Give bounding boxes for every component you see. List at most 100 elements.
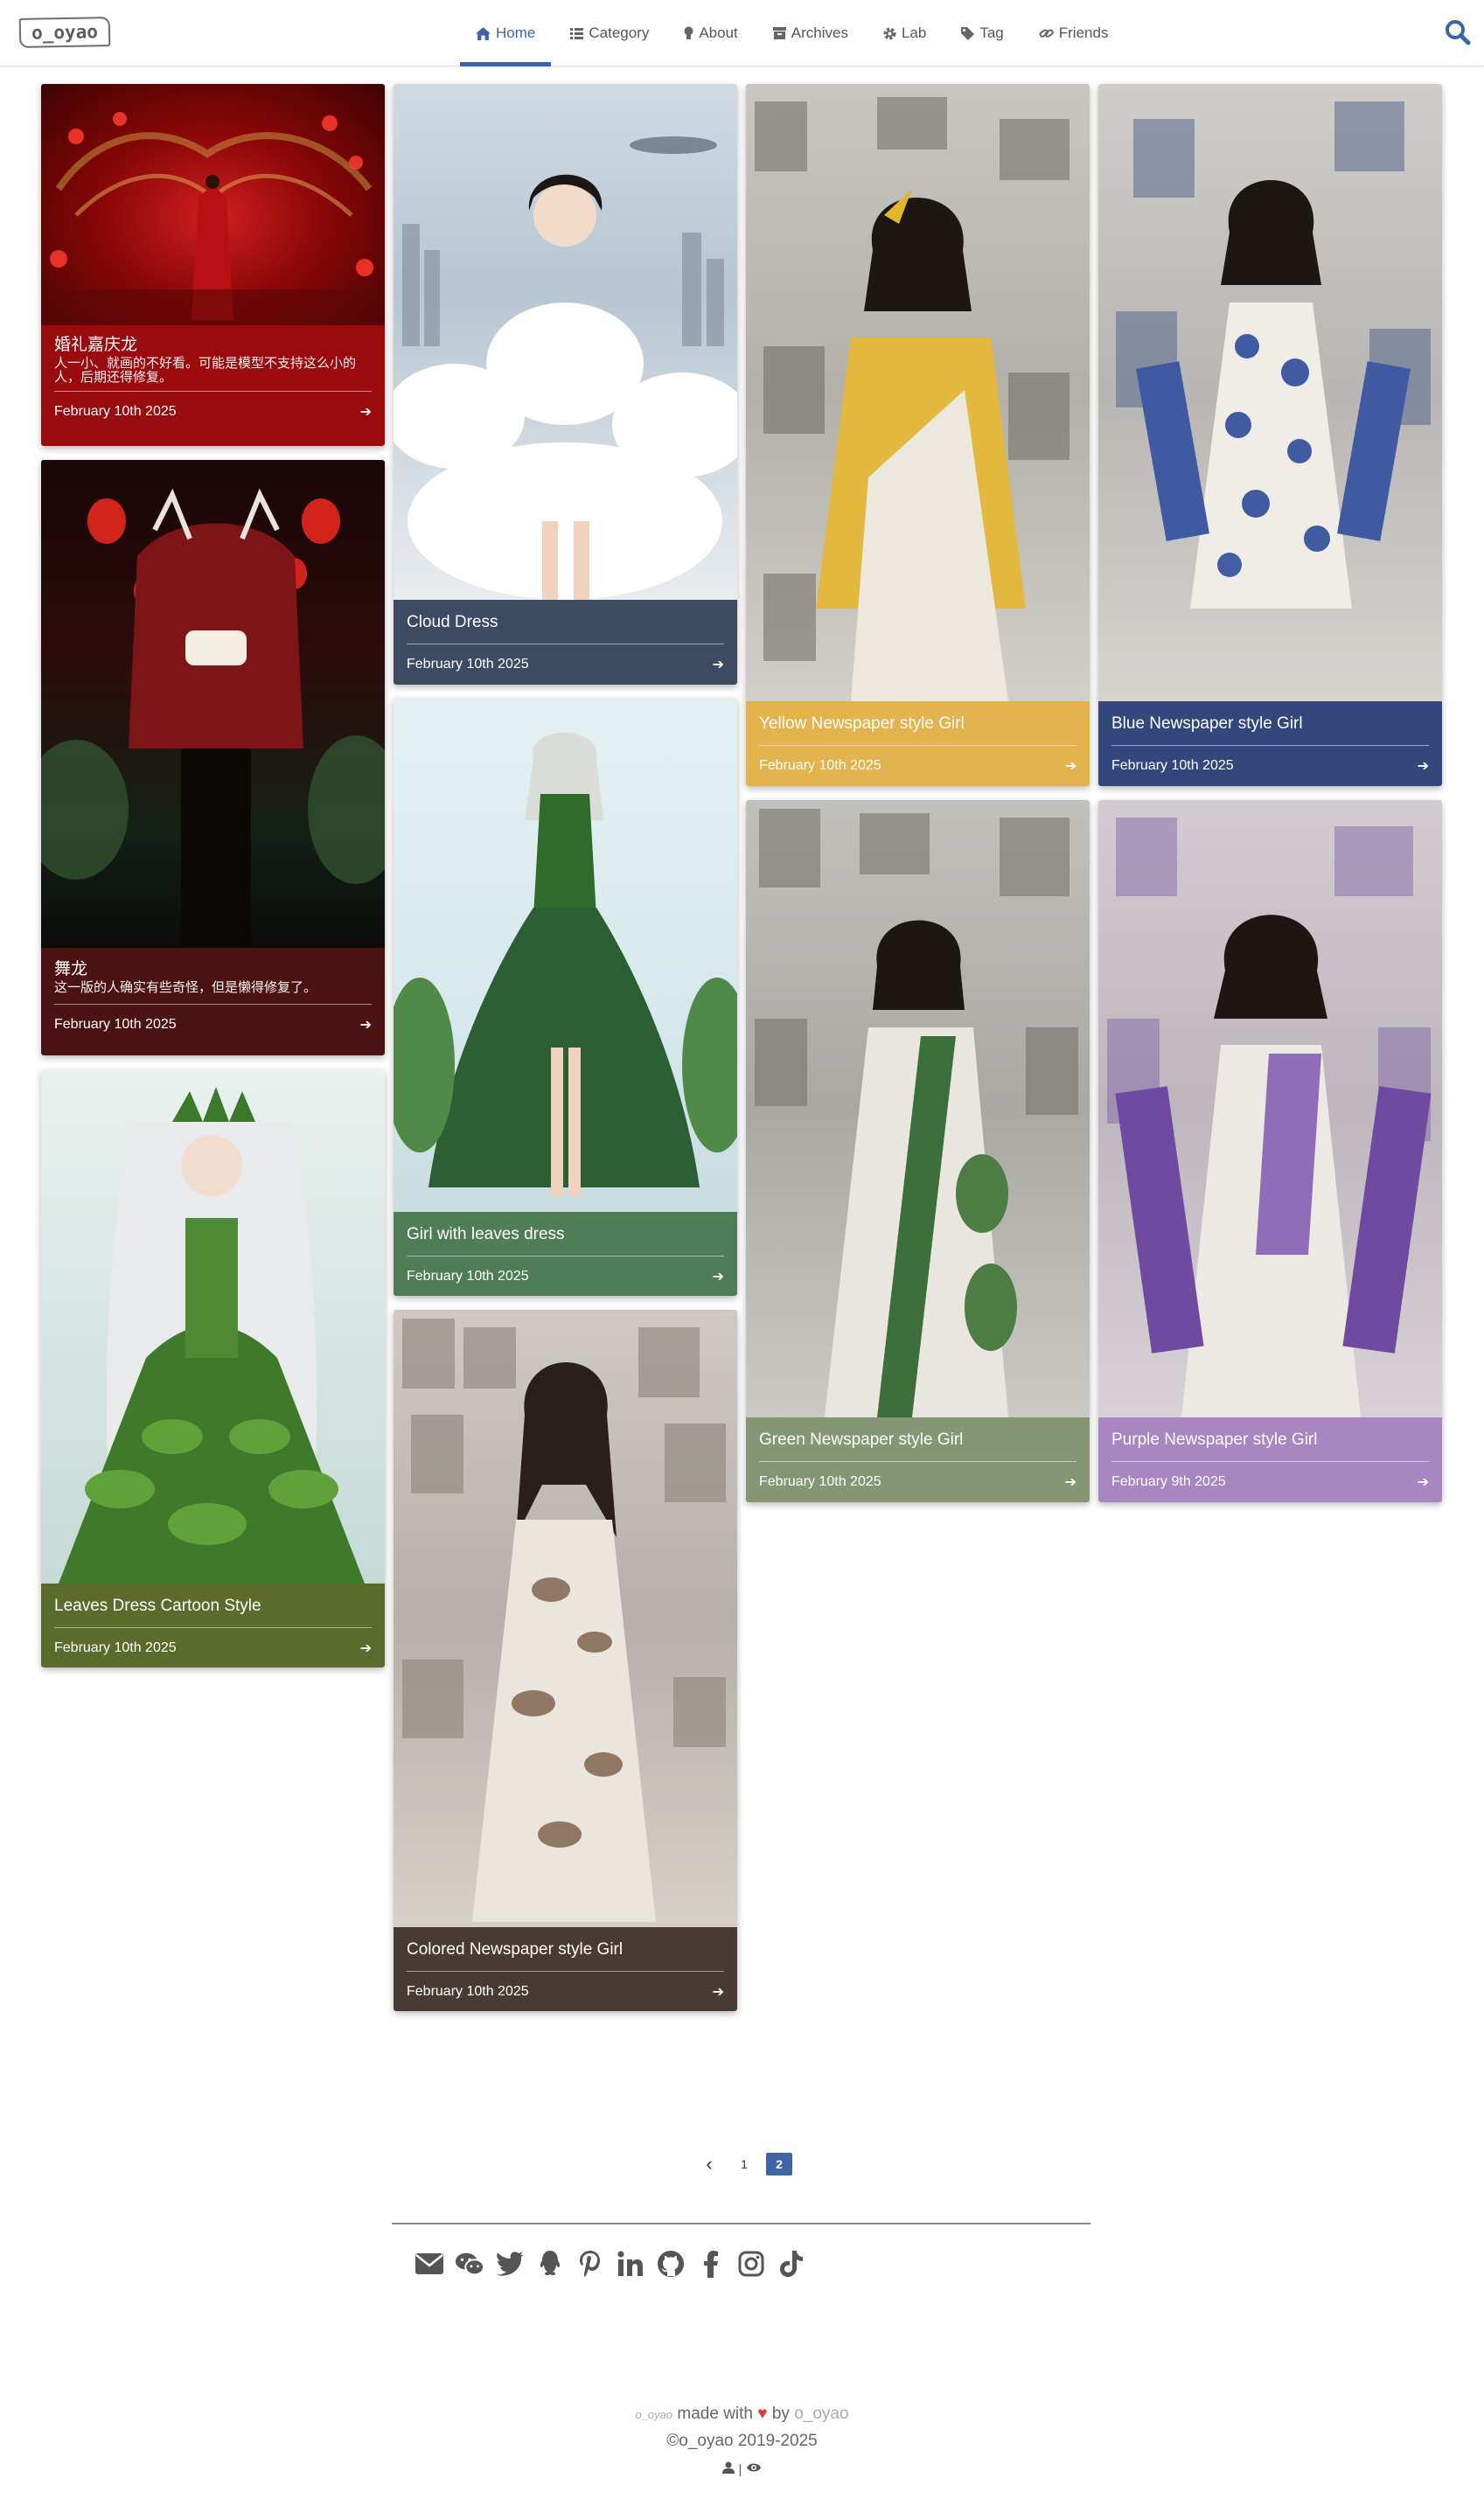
nav-archives[interactable]: Archives xyxy=(756,0,866,66)
social-links xyxy=(415,2248,806,2280)
arrow-right-icon[interactable]: ➔ xyxy=(1418,1473,1429,1491)
tag-icon xyxy=(961,26,975,40)
nav-tag-label: Tag xyxy=(979,24,1004,41)
post-card[interactable]: Girl with leaves dress February 10th 202… xyxy=(394,698,737,1296)
made-with-text: made with xyxy=(677,2405,753,2423)
arrow-right-icon[interactable]: ➔ xyxy=(360,1016,372,1034)
user-icon xyxy=(722,2461,735,2477)
post-card[interactable]: Cloud Dress February 10th 2025 ➔ xyxy=(394,84,737,685)
post-card[interactable]: Purple Newspaper style Girl February 9th… xyxy=(1098,800,1442,1502)
post-footer: February 10th 2025 ➔ xyxy=(407,1257,724,1296)
github-icon[interactable] xyxy=(656,2248,686,2280)
post-image[interactable] xyxy=(41,1069,385,1584)
post-info: Green Newspaper style Girl February 10th… xyxy=(746,1417,1090,1502)
page-link-current[interactable]: 2 xyxy=(766,2153,792,2175)
post-title[interactable]: Purple Newspaper style Girl xyxy=(1111,1431,1429,1450)
arrow-right-icon[interactable]: ➔ xyxy=(360,403,372,421)
instagram-icon[interactable] xyxy=(736,2248,766,2280)
post-title[interactable]: 婚礼嘉庆龙 xyxy=(54,336,372,355)
arrow-right-icon[interactable]: ➔ xyxy=(1418,757,1429,775)
post-card[interactable]: Blue Newspaper style Girl February 10th … xyxy=(1098,84,1442,786)
arrow-right-icon[interactable]: ➔ xyxy=(713,656,724,673)
stats-separator: | xyxy=(738,2462,742,2477)
mail-icon[interactable] xyxy=(415,2248,444,2280)
page-link[interactable]: 1 xyxy=(731,2153,757,2175)
post-title[interactable]: 舞龙 xyxy=(54,960,372,979)
nav-category[interactable]: Category xyxy=(553,0,666,66)
post-date: February 10th 2025 xyxy=(407,1269,529,1284)
post-desc: 人一小、就画的不好看。可能是模型不支持这么小的人，后期还得修复。 xyxy=(54,356,357,385)
post-image[interactable] xyxy=(394,84,737,600)
nav-friends[interactable]: Friends xyxy=(1021,0,1126,66)
post-title[interactable]: Cloud Dress xyxy=(407,613,724,632)
prev-page-button[interactable]: ‹ xyxy=(696,2153,722,2175)
archive-icon xyxy=(772,27,786,39)
post-info: Yellow Newspaper style Girl February 10t… xyxy=(746,701,1090,786)
post-card[interactable]: Colored Newspaper style Girl February 10… xyxy=(394,1310,737,2011)
footer-divider xyxy=(392,2223,1090,2224)
arrow-right-icon[interactable]: ➔ xyxy=(1065,757,1076,775)
post-info: Blue Newspaper style Girl February 10th … xyxy=(1098,701,1442,786)
heart-icon: ♥ xyxy=(757,2405,768,2423)
facebook-icon[interactable] xyxy=(696,2248,726,2280)
site-header: o_oyao Home Category About Archives Lab … xyxy=(0,0,1484,66)
post-card[interactable]: Green Newspaper style Girl February 10th… xyxy=(746,800,1090,1502)
post-footer: February 10th 2025 ➔ xyxy=(759,746,1076,786)
search-icon[interactable] xyxy=(1445,19,1471,45)
post-title[interactable]: Yellow Newspaper style Girl xyxy=(759,714,1076,734)
post-footer: February 10th 2025 ➔ xyxy=(54,392,372,432)
home-icon xyxy=(476,26,491,40)
nav-friends-label: Friends xyxy=(1058,24,1109,41)
arrow-right-icon[interactable]: ➔ xyxy=(713,1983,724,2001)
visitor-stats: | xyxy=(0,2461,1484,2477)
post-image[interactable] xyxy=(746,84,1090,701)
arrow-right-icon[interactable]: ➔ xyxy=(713,1268,724,1285)
nav-about[interactable]: About xyxy=(666,0,755,66)
post-title[interactable]: Blue Newspaper style Girl xyxy=(1111,714,1429,734)
qq-icon[interactable] xyxy=(535,2248,565,2280)
main-nav: Home Category About Archives Lab Tag Fri… xyxy=(458,0,1125,66)
post-footer: February 10th 2025 ➔ xyxy=(759,1462,1076,1502)
post-image[interactable] xyxy=(746,800,1090,1417)
nav-archives-label: Archives xyxy=(791,24,848,41)
post-card[interactable]: Leaves Dress Cartoon Style February 10th… xyxy=(41,1069,385,1667)
site-logo[interactable]: o_oyao xyxy=(18,17,111,48)
post-image[interactable] xyxy=(1098,800,1442,1417)
post-title[interactable]: Colored Newspaper style Girl xyxy=(407,1940,724,1960)
post-footer: February 10th 2025 ➔ xyxy=(407,644,724,685)
wechat-icon[interactable] xyxy=(455,2248,484,2280)
bulb-icon xyxy=(684,26,693,40)
twitter-icon[interactable] xyxy=(495,2248,525,2280)
post-info: Cloud Dress February 10th 2025 ➔ xyxy=(394,600,737,685)
pinterest-icon[interactable] xyxy=(575,2248,605,2280)
linkedin-icon[interactable] xyxy=(616,2248,645,2280)
post-date: February 10th 2025 xyxy=(407,1984,529,1999)
post-date: February 10th 2025 xyxy=(54,1017,177,1032)
post-card[interactable]: 舞龙 这一版的人确实有些奇怪，但是懒得修复了。 February 10th 20… xyxy=(41,460,385,1055)
arrow-right-icon[interactable]: ➔ xyxy=(360,1639,372,1657)
post-image[interactable] xyxy=(41,460,385,948)
post-image[interactable] xyxy=(41,84,385,325)
link-icon xyxy=(1039,27,1054,40)
post-date: February 10th 2025 xyxy=(407,657,529,672)
post-image[interactable] xyxy=(1098,84,1442,701)
post-date: February 10th 2025 xyxy=(759,758,881,773)
post-card[interactable]: 婚礼嘉庆龙 人一小、就画的不好看。可能是模型不支持这么小的人，后期还得修复。 F… xyxy=(41,84,385,446)
post-info: Purple Newspaper style Girl February 9th… xyxy=(1098,1417,1442,1502)
nav-category-label: Category xyxy=(589,24,650,41)
nav-lab[interactable]: Lab xyxy=(866,0,944,66)
post-card[interactable]: Yellow Newspaper style Girl February 10t… xyxy=(746,84,1090,786)
post-title[interactable]: Girl with leaves dress xyxy=(407,1225,724,1244)
post-image[interactable] xyxy=(394,698,737,1212)
post-date: February 10th 2025 xyxy=(1111,758,1234,773)
post-title[interactable]: Green Newspaper style Girl xyxy=(759,1431,1076,1450)
pagination: ‹ 1 2 xyxy=(696,2153,801,2175)
tiktok-icon[interactable] xyxy=(777,2248,806,2280)
nav-home[interactable]: Home xyxy=(458,0,553,66)
arrow-right-icon[interactable]: ➔ xyxy=(1065,1473,1076,1491)
post-image[interactable] xyxy=(394,1310,737,1927)
gear-icon xyxy=(883,27,896,40)
author-link[interactable]: o_oyao xyxy=(794,2405,848,2423)
nav-tag[interactable]: Tag xyxy=(944,0,1021,66)
post-title[interactable]: Leaves Dress Cartoon Style xyxy=(54,1597,372,1616)
